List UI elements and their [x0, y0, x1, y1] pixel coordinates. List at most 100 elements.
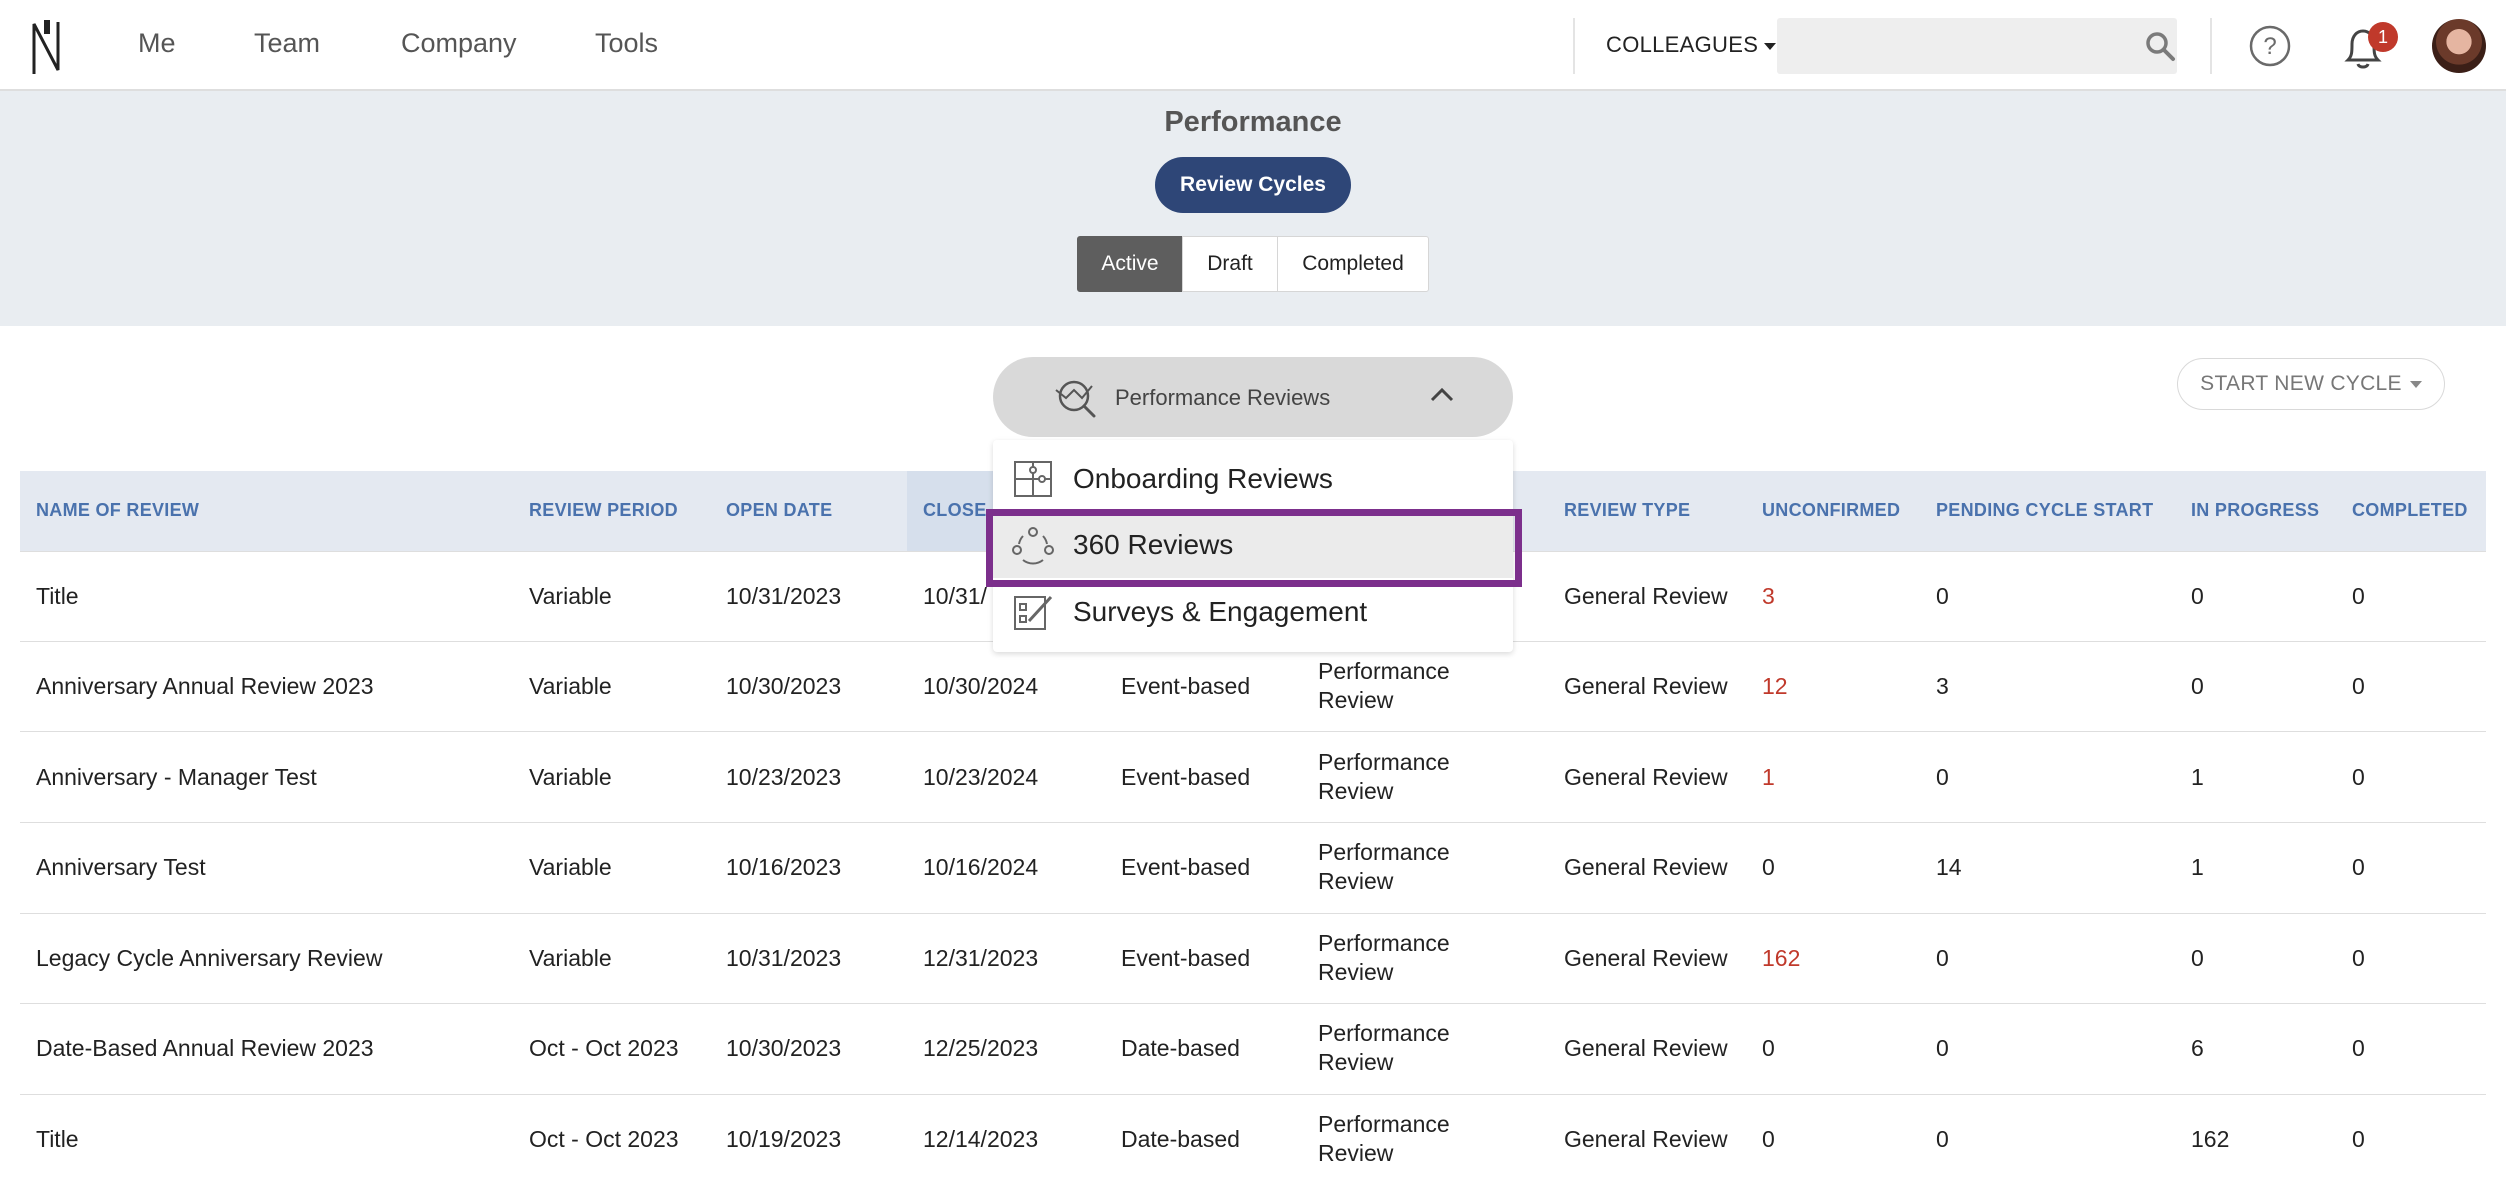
cell-close-date: 10/23/2024 [923, 764, 1039, 790]
cell-category: Performance Review [1318, 1111, 1450, 1166]
cell-in-progress: 0 [2191, 583, 2204, 609]
caret-down-icon [1764, 42, 1777, 50]
nav-company[interactable]: Company [401, 28, 517, 59]
search-icon[interactable] [2144, 30, 2176, 62]
cell-period: Variable [529, 854, 612, 880]
row-divider [20, 913, 2486, 914]
colleagues-label: COLLEAGUES [1606, 32, 1759, 57]
column-header-review-type[interactable]: REVIEW TYPE [1564, 500, 1690, 521]
cell-pending: 0 [1936, 583, 1949, 609]
cell-category: Performance Review [1318, 749, 1450, 804]
cell-name[interactable]: Title [36, 1125, 79, 1154]
nav-tools[interactable]: Tools [595, 28, 658, 59]
tab-completed[interactable]: Completed [1277, 236, 1429, 292]
cell-name[interactable]: Anniversary - Manager Test [36, 763, 317, 792]
cell-close-date: 10/16/2024 [923, 854, 1039, 880]
category-dropdown-label: Performance Reviews [1115, 385, 1331, 410]
caret-down-icon [2409, 380, 2422, 388]
cell-review-type: General Review [1564, 673, 1728, 699]
nav-divider [1573, 18, 1575, 74]
review-cycles-button[interactable]: Review Cycles [1155, 157, 1351, 213]
cell-open-date: 10/23/2023 [726, 764, 842, 790]
cell-period: Variable [529, 583, 612, 609]
cell-open-date: 10/30/2023 [726, 1035, 842, 1061]
cell-unconfirmed: 0 [1762, 1126, 1775, 1152]
cell-pending: 3 [1936, 673, 1949, 699]
column-header-unconfirmed[interactable]: UNCONFIRMED [1762, 500, 1900, 521]
cell-name[interactable]: Legacy Cycle Anniversary Review [36, 944, 382, 973]
cell-unconfirmed: 0 [1762, 854, 1775, 880]
top-nav: Me Team Company Tools COLLEAGUES ? 1 [0, 0, 2506, 91]
tab-active[interactable]: Active [1077, 236, 1183, 292]
chevron-up-icon[interactable] [1428, 384, 1456, 406]
row-divider [20, 1003, 2486, 1004]
nav-divider [2210, 18, 2212, 74]
cell-completed: 0 [2352, 854, 2365, 880]
page-title: Performance [1164, 106, 1342, 138]
column-header-pending-cycle-start[interactable]: PENDING CYCLE START [1936, 500, 2153, 521]
cell-schedule: Event-based [1121, 945, 1251, 971]
cell-unconfirmed[interactable]: 162 [1762, 944, 1800, 973]
search-input[interactable] [1777, 18, 2177, 74]
cell-schedule: Event-based [1121, 673, 1251, 699]
cell-category: Performance Review [1318, 839, 1450, 894]
cell-review-type: General Review [1564, 1035, 1728, 1061]
cell-open-date: 10/30/2023 [726, 673, 842, 699]
cell-in-progress: 1 [2191, 854, 2204, 880]
column-header-completed[interactable]: COMPLETED [2352, 500, 2468, 521]
cell-name[interactable]: Anniversary Annual Review 2023 [36, 672, 374, 701]
cell-period: Oct - Oct 2023 [529, 1126, 679, 1152]
column-header-in-progress[interactable]: IN PROGRESS [2191, 500, 2319, 521]
cell-schedule: Date-based [1121, 1126, 1240, 1152]
cell-completed: 0 [2352, 673, 2365, 699]
cell-name[interactable]: Anniversary Test [36, 853, 206, 882]
start-new-cycle-label: START NEW CYCLE [2200, 372, 2402, 395]
cell-name[interactable]: Date-Based Annual Review 2023 [36, 1034, 374, 1063]
cell-close-date: 10/31/ [923, 583, 987, 609]
menu-item-onboarding-reviews[interactable]: Onboarding Reviews [993, 446, 1513, 512]
survey-pencil-icon [1014, 595, 1053, 630]
avatar[interactable] [2432, 19, 2486, 73]
cell-close-date: 12/31/2023 [923, 945, 1039, 971]
column-header-review-period[interactable]: REVIEW PERIOD [529, 500, 678, 521]
cell-pending: 0 [1936, 764, 1949, 790]
cell-unconfirmed[interactable]: 12 [1762, 672, 1788, 701]
cell-review-type: General Review [1564, 583, 1728, 609]
cell-in-progress: 0 [2191, 673, 2204, 699]
tab-draft[interactable]: Draft [1182, 236, 1278, 292]
cell-open-date: 10/31/2023 [726, 945, 842, 971]
cell-period: Oct - Oct 2023 [529, 1035, 679, 1061]
cell-period: Variable [529, 673, 612, 699]
colleagues-dropdown[interactable]: COLLEAGUES [1606, 32, 1777, 58]
menu-item-label: Surveys & Engagement [1073, 596, 1368, 627]
cell-schedule: Date-based [1121, 1035, 1240, 1061]
magnifier-chart-icon [1055, 380, 1096, 418]
column-header-close-date[interactable]: CLOSE [923, 500, 987, 521]
cell-period: Variable [529, 764, 612, 790]
cell-category: Performance Review [1318, 930, 1450, 985]
cell-name[interactable]: Title [36, 582, 79, 611]
cell-completed: 0 [2352, 764, 2365, 790]
column-header-name[interactable]: NAME OF REVIEW [36, 500, 199, 521]
menu-item-label: Onboarding Reviews [1073, 463, 1333, 494]
cell-review-type: General Review [1564, 945, 1728, 971]
cell-unconfirmed[interactable]: 1 [1762, 763, 1775, 792]
cell-review-type: General Review [1564, 1126, 1728, 1152]
cell-category: Performance Review [1318, 1020, 1450, 1075]
cell-close-date: 10/30/2024 [923, 673, 1039, 699]
cell-open-date: 10/31/2023 [726, 583, 842, 609]
cell-completed: 0 [2352, 583, 2365, 609]
column-header-open-date[interactable]: OPEN DATE [726, 500, 832, 521]
cell-completed: 0 [2352, 1126, 2365, 1152]
cell-pending: 0 [1936, 1035, 1949, 1061]
cell-completed: 0 [2352, 945, 2365, 971]
nav-me[interactable]: Me [138, 28, 176, 59]
start-new-cycle-button[interactable]: START NEW CYCLE [2177, 358, 2445, 410]
cell-unconfirmed[interactable]: 3 [1762, 582, 1775, 611]
row-divider [20, 822, 2486, 823]
help-icon[interactable]: ? [2248, 24, 2292, 68]
nav-team[interactable]: Team [254, 28, 320, 59]
menu-item-surveys-engagement[interactable]: Surveys & Engagement [993, 579, 1513, 645]
logo-icon[interactable] [30, 18, 64, 76]
cell-pending: 0 [1936, 945, 1949, 971]
